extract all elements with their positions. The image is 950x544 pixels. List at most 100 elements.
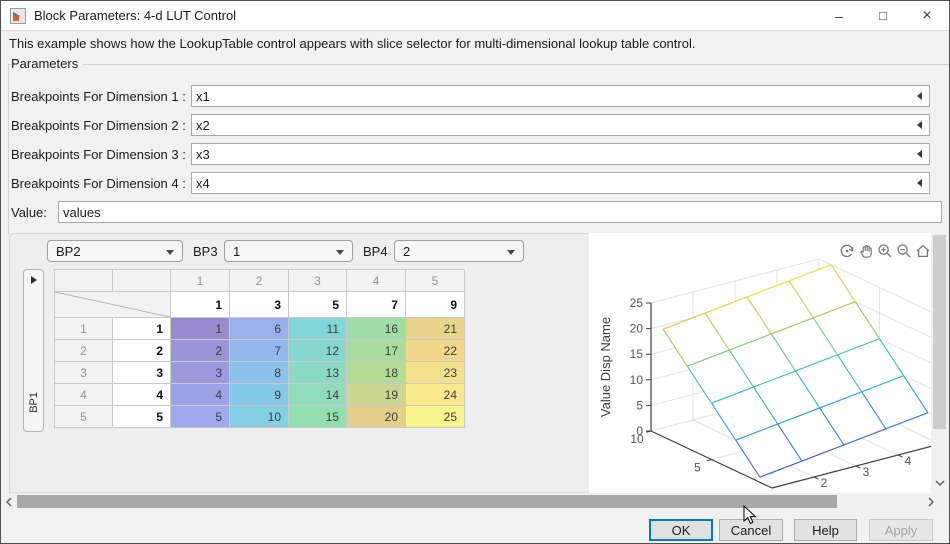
table-cell[interactable]: 18 bbox=[346, 361, 406, 384]
table-cell[interactable]: 22 bbox=[405, 339, 465, 362]
bp-dim1-label: Breakpoints For Dimension 1 : bbox=[11, 89, 186, 104]
svg-text:Value Disp Name: Value Disp Name bbox=[598, 317, 613, 417]
help-button[interactable]: Help bbox=[794, 519, 857, 541]
pan-icon[interactable] bbox=[858, 243, 874, 259]
axes-toolbar bbox=[839, 243, 931, 259]
table-cell[interactable]: 2 bbox=[170, 339, 230, 362]
ok-button[interactable]: OK bbox=[649, 519, 713, 541]
table-cell[interactable]: 4 bbox=[170, 383, 230, 406]
surface-plot[interactable]: 0510152025510234Value Disp Name bbox=[589, 233, 931, 493]
dialog-description: This example shows how the LookupTable c… bbox=[1, 31, 949, 55]
spin-left-icon[interactable] bbox=[917, 92, 922, 100]
rotate-3d-icon[interactable] bbox=[839, 243, 855, 259]
table-cell[interactable]: 10 bbox=[229, 405, 289, 428]
svg-text:5: 5 bbox=[694, 461, 701, 475]
bp1-collapse-tab[interactable]: BP1 bbox=[23, 269, 44, 432]
scroll-down-icon[interactable] bbox=[935, 479, 945, 487]
column-breakpoint-cell[interactable]: 3 bbox=[229, 291, 289, 318]
column-index-header: 2 bbox=[229, 269, 289, 292]
row-index-header: 2 bbox=[54, 339, 113, 362]
column-breakpoint-cell[interactable]: 9 bbox=[405, 291, 465, 318]
chevron-down-icon bbox=[336, 250, 344, 255]
value-input[interactable] bbox=[58, 201, 942, 223]
table-cell[interactable]: 16 bbox=[346, 317, 406, 340]
home-icon[interactable] bbox=[915, 243, 931, 259]
table-cell[interactable]: 25 bbox=[405, 405, 465, 428]
bp-dim1-input[interactable] bbox=[191, 85, 930, 107]
bp-dim2-input[interactable] bbox=[191, 114, 930, 136]
row-breakpoint-cell[interactable]: 5 bbox=[112, 405, 171, 428]
row-breakpoint-cell[interactable]: 1 bbox=[112, 317, 171, 340]
bp3-label: BP3 bbox=[193, 244, 218, 259]
scroll-right-icon[interactable] bbox=[927, 497, 935, 507]
column-breakpoint-cell[interactable]: 1 bbox=[170, 291, 230, 318]
svg-text:2: 2 bbox=[821, 476, 828, 490]
column-index-header: 5 bbox=[405, 269, 465, 292]
table-cell[interactable]: 1 bbox=[170, 317, 230, 340]
bp3-slice-value: 1 bbox=[233, 243, 241, 259]
minimize-icon[interactable]: – bbox=[817, 1, 861, 30]
horizontal-scrollbar-thumb[interactable] bbox=[17, 495, 837, 508]
apply-button[interactable]: Apply bbox=[869, 519, 933, 541]
table-cell[interactable]: 12 bbox=[288, 339, 347, 362]
row-breakpoint-cell[interactable]: 3 bbox=[112, 361, 171, 384]
zoom-in-icon[interactable] bbox=[877, 243, 893, 259]
chevron-down-icon bbox=[507, 250, 515, 255]
value-label: Value: bbox=[11, 205, 47, 220]
table-cell[interactable]: 6 bbox=[229, 317, 289, 340]
parameters-group-label: Parameters bbox=[11, 56, 84, 71]
spin-left-icon[interactable] bbox=[917, 179, 922, 187]
dimension-selector-value: BP2 bbox=[56, 243, 81, 259]
column-index-header: 1 bbox=[170, 269, 230, 292]
column-breakpoint-cell[interactable]: 5 bbox=[288, 291, 347, 318]
spin-left-icon[interactable] bbox=[917, 121, 922, 129]
table-cell[interactable]: 15 bbox=[288, 405, 347, 428]
bp-dim3-label: Breakpoints For Dimension 3 : bbox=[11, 147, 186, 162]
dimension-selector-combo[interactable]: BP2 bbox=[47, 240, 183, 262]
block-parameters-dialog: Block Parameters: 4-d LUT Control – □ × … bbox=[0, 0, 950, 544]
table-cell[interactable]: 9 bbox=[229, 383, 289, 406]
bp4-slice-combo[interactable]: 2 bbox=[394, 240, 524, 262]
table-cell[interactable]: 14 bbox=[288, 383, 347, 406]
table-cell[interactable]: 19 bbox=[346, 383, 406, 406]
bp4-slice-value: 2 bbox=[403, 243, 411, 259]
bp-dim4-input[interactable] bbox=[191, 172, 930, 194]
row-breakpoint-cell[interactable]: 2 bbox=[112, 339, 171, 362]
bp1-tab-label: BP1 bbox=[27, 392, 40, 413]
bp-dim3-input[interactable] bbox=[191, 143, 930, 165]
table-cell[interactable]: 8 bbox=[229, 361, 289, 384]
column-breakpoint-cell[interactable]: 7 bbox=[346, 291, 406, 318]
title-bar: Block Parameters: 4-d LUT Control – □ × bbox=[1, 1, 949, 31]
vertical-scrollbar-thumb[interactable] bbox=[933, 235, 946, 429]
column-index-header: 4 bbox=[346, 269, 406, 292]
spin-left-icon[interactable] bbox=[917, 150, 922, 158]
mouse-cursor bbox=[743, 505, 757, 525]
svg-text:3: 3 bbox=[863, 465, 870, 479]
row-index-header: 4 bbox=[54, 383, 113, 406]
vertical-scrollbar[interactable] bbox=[931, 233, 949, 493]
table-cell[interactable]: 5 bbox=[170, 405, 230, 428]
collapse-arrow-icon bbox=[30, 276, 37, 284]
surface-plot-panel: 0 5 10 15 20 25 5 10 2 3 4 Value Disp Name bbox=[589, 233, 931, 493]
maximize-icon[interactable]: □ bbox=[861, 1, 905, 30]
scroll-left-icon[interactable] bbox=[5, 497, 13, 507]
table-cell[interactable]: 3 bbox=[170, 361, 230, 384]
row-index-header: 5 bbox=[54, 405, 113, 428]
simulink-block-icon bbox=[10, 7, 26, 24]
table-cell[interactable]: 24 bbox=[405, 383, 465, 406]
table-cell[interactable]: 23 bbox=[405, 361, 465, 384]
corner-cell bbox=[54, 269, 113, 292]
row-index-header: 3 bbox=[54, 361, 113, 384]
bp3-slice-combo[interactable]: 1 bbox=[224, 240, 353, 262]
table-cell[interactable]: 17 bbox=[346, 339, 406, 362]
table-cell[interactable]: 7 bbox=[229, 339, 289, 362]
zoom-out-icon[interactable] bbox=[896, 243, 912, 259]
table-cell[interactable]: 21 bbox=[405, 317, 465, 340]
close-icon[interactable]: × bbox=[905, 1, 949, 30]
horizontal-scrollbar[interactable] bbox=[1, 493, 949, 510]
table-cell[interactable]: 11 bbox=[288, 317, 347, 340]
table-cell[interactable]: 20 bbox=[346, 405, 406, 428]
table-cell[interactable]: 13 bbox=[288, 361, 347, 384]
row-breakpoint-cell[interactable]: 4 bbox=[112, 383, 171, 406]
diagonal-line bbox=[55, 292, 170, 317]
